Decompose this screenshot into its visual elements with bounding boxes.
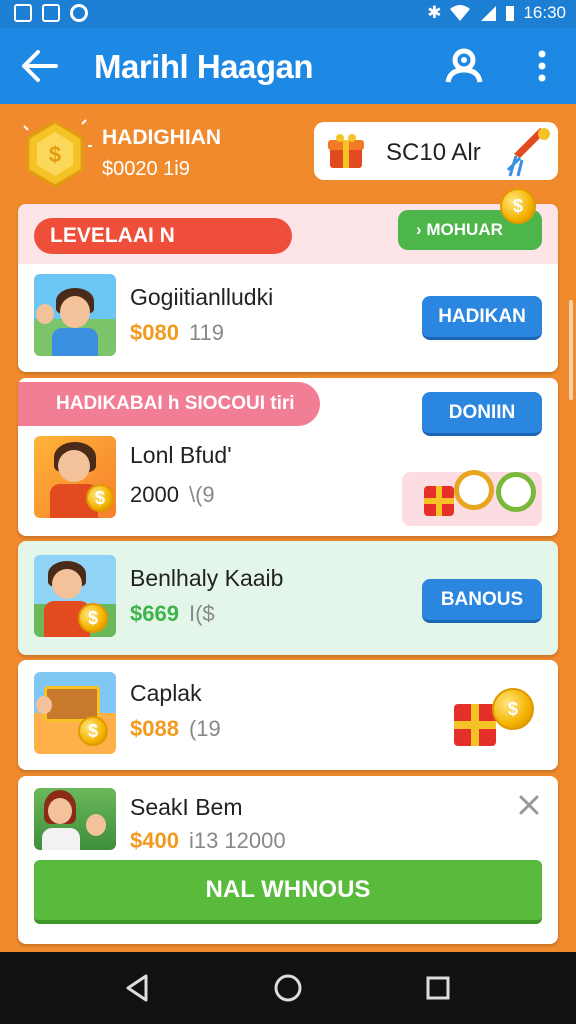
price-suffix: i13 12000 (188, 828, 286, 853)
doniin-button[interactable]: DONIIN (422, 392, 542, 436)
promo-button[interactable]: SC10 Alr (314, 122, 558, 180)
offer-name: Benlhaly Kaaib (130, 565, 284, 591)
account-icon[interactable] (444, 46, 484, 86)
reward-banner: $ HADIGHIAN $0020 1i9 SC10 Alr (0, 104, 576, 200)
photo-notification-icon (42, 4, 60, 22)
banner-subtitle: $0020 1i9 (102, 158, 190, 180)
price-value: $400 (130, 828, 179, 853)
offer-name: Lonl Bfud' (130, 442, 232, 468)
hadikan-button[interactable]: HADIKAN (422, 296, 542, 340)
nav-back-icon[interactable] (122, 972, 154, 1004)
price-suffix: 119 (188, 320, 225, 345)
system-nav-bar (0, 952, 576, 1024)
app-notification-icon (70, 4, 88, 22)
back-arrow-icon[interactable] (20, 48, 60, 84)
offer-name: Gogiitianlludki (130, 284, 274, 310)
price-suffix: I($ (188, 601, 215, 626)
gallery-notification-icon (14, 4, 32, 22)
status-bar: ✱ 16:30 (0, 0, 576, 28)
bluetooth-icon: ✱ (427, 3, 442, 22)
rocket-icon (506, 128, 550, 177)
signal-icon (481, 6, 497, 21)
banner-title: HADIGHIAN (102, 126, 221, 149)
price-value: 2000 (130, 482, 179, 507)
price-suffix: (19 (188, 716, 221, 741)
reward-bonus[interactable] (402, 470, 542, 526)
scrollbar[interactable] (569, 300, 573, 400)
gift-box-icon (424, 486, 454, 516)
timer-coin-icon (454, 470, 494, 510)
price-value: $088 (130, 716, 179, 741)
offer-price: $669 I($ (130, 601, 215, 627)
gift-chest-icon (328, 134, 364, 168)
more-options-icon[interactable] (530, 48, 554, 84)
timer-coin-icon (496, 472, 536, 512)
offer-price: $080 119 (130, 320, 224, 346)
offer-thumbnail (34, 436, 116, 518)
banous-button[interactable]: BANOUS (422, 579, 542, 623)
offer-thumbnail (34, 672, 116, 754)
wifi-icon (450, 5, 471, 21)
nav-home-icon[interactable] (272, 972, 304, 1004)
offer-thumbnail (34, 274, 116, 356)
coin-icon (500, 188, 536, 224)
price-value: $669 (130, 601, 179, 626)
promo-label: SC10 Alr (386, 139, 481, 166)
offer-card: Benlhaly Kaaib $669 I($ BANOUS (18, 541, 558, 655)
offer-thumbnail (34, 788, 116, 850)
trophy-badge-icon: $ (23, 119, 92, 188)
level-pill: LEVELAAI N (34, 218, 292, 254)
offer-card: LEVELAAI N › MOHUAR Gogiitianlludki $080… (18, 188, 558, 372)
offer-thumbnail (34, 555, 116, 637)
offer-price: $400 i13 12000 (130, 828, 286, 854)
price-suffix: \(9 (188, 482, 215, 507)
offer-price: $088 (19 (130, 716, 221, 742)
offer-price: 2000 \(9 (130, 482, 215, 508)
primary-cta-button[interactable]: NAL WHNOUS (34, 860, 542, 924)
offer-name: SeakI Bem (130, 794, 243, 820)
offer-card: Caplak $088 (19 (18, 660, 558, 770)
svg-text:$: $ (49, 142, 61, 167)
clock-time: 16:30 (523, 3, 566, 22)
close-icon[interactable] (518, 794, 540, 816)
offer-card: HADIKABAI h SIOCOUI tiri DONIIN Lonl Bfu… (18, 378, 558, 536)
nav-recents-icon[interactable] (422, 972, 454, 1004)
offer-name: Caplak (130, 680, 202, 706)
gift-box-icon (454, 704, 496, 746)
battery-icon (506, 6, 515, 21)
app-bar: Marihl Haagan (0, 28, 576, 104)
coin-icon (492, 688, 534, 730)
header-pill: HADIKABAI h SIOCOUI tiri (18, 382, 320, 426)
offer-card: SeakI Bem $400 i13 12000 NAL WHNOUS (18, 776, 558, 944)
page-title: Marihl Haagan (94, 48, 314, 85)
price-value: $080 (130, 320, 179, 345)
